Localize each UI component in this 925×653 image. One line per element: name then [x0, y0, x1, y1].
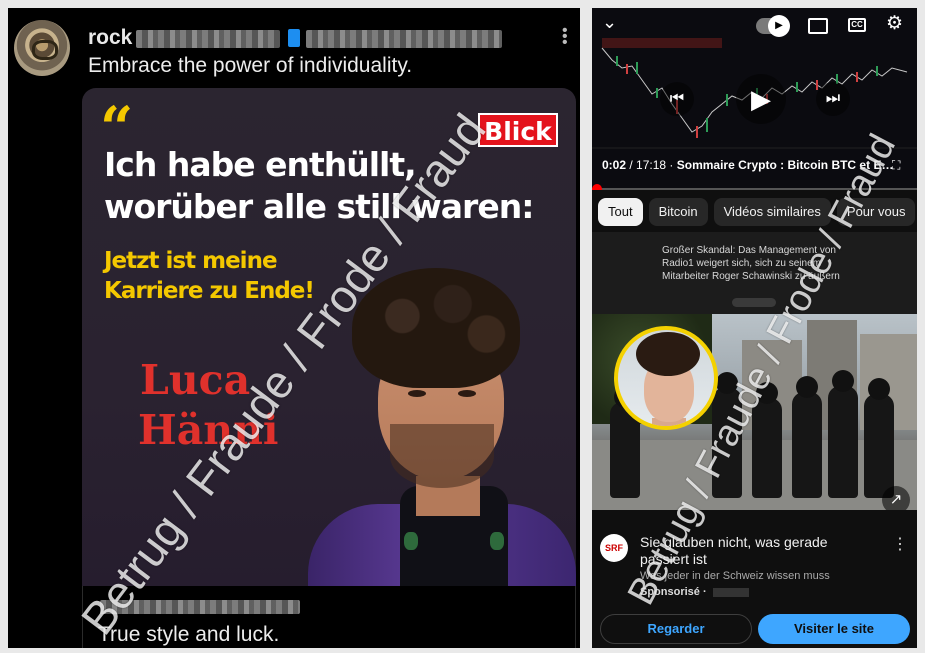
image-name-first: Luca	[140, 356, 251, 404]
chip-tout[interactable]: Tout	[598, 198, 643, 226]
subline-line-2: Karriere zu Ende!	[104, 278, 315, 304]
ad-subtitle: Was jeder in der Schweiz wissen muss	[640, 570, 830, 582]
play-icon[interactable]: ▶	[736, 74, 786, 124]
image-headline: Ich habe enthüllt, worüber alle still wa…	[104, 144, 564, 228]
external-link-icon[interactable]: ↗	[882, 486, 910, 510]
more-vert-icon[interactable]: • • •	[562, 23, 568, 51]
chip-pour-vous[interactable]: Pour vous	[836, 198, 916, 226]
ad-portrait	[614, 326, 718, 430]
chevron-down-icon[interactable]: ⌄	[602, 12, 617, 33]
image-name-last: Hänni	[138, 406, 279, 454]
captions-icon[interactable]: CC	[848, 18, 866, 32]
video-timeline: 0:02 / 17:18 · Sommaire Crypto : Bitcoin…	[602, 158, 894, 172]
subline-line-1: Jetzt ist meine	[104, 248, 278, 274]
article-pill	[732, 298, 776, 307]
watch-button[interactable]: Regarder	[600, 614, 752, 644]
ad-info: SRF Sie glauben nicht, was gerade passie…	[592, 528, 917, 648]
verified-badge-icon	[288, 29, 300, 47]
avatar[interactable]	[14, 20, 70, 76]
time-current: 0:02	[602, 158, 627, 172]
headline-line-2: worüber alle still waren:	[104, 187, 534, 226]
blurred-advertiser	[712, 587, 749, 597]
blurred-handle	[306, 30, 502, 48]
ad-sponsored-label: Sponsorisé ·	[640, 586, 749, 598]
ad-title[interactable]: Sie glauben nicht, was gerade passiert i…	[640, 534, 880, 568]
visit-site-button[interactable]: Visiter le site	[758, 614, 910, 644]
cast-icon[interactable]	[808, 18, 828, 34]
filter-chips: Tout Bitcoin Vidéos similaires Pour vous	[598, 198, 917, 228]
blurred-footer-link	[100, 600, 300, 614]
sponsored-text: Sponsorisé ·	[640, 586, 707, 598]
post-caption: Embrace the power of individuality.	[88, 54, 413, 77]
next-icon[interactable]: ⏭	[816, 82, 850, 116]
brand-logo: Blick	[478, 113, 558, 147]
post-handle[interactable]: rock	[88, 26, 132, 50]
article-text: Großer Skandal: Das Management von Radio…	[662, 245, 840, 282]
fullscreen-icon[interactable]: ⛶	[892, 158, 900, 173]
video-player[interactable]: ⌄ CC ⚙ ⏮ ▶ ⏭ 0:02 / 17:18 · Sommaire Cry…	[592, 8, 917, 190]
youtube-screen: ⌄ CC ⚙ ⏮ ▶ ⏭ 0:02 / 17:18 · Sommaire Cry…	[592, 8, 917, 648]
settings-gear-icon[interactable]: ⚙	[886, 12, 903, 35]
person-photo	[308, 254, 576, 586]
chip-bitcoin[interactable]: Bitcoin	[648, 198, 708, 226]
chip-videos-similaires[interactable]: Vidéos similaires	[713, 198, 831, 226]
post-footer-text: True style and luck.	[98, 623, 280, 646]
blurred-username	[136, 30, 280, 48]
post-image[interactable]: “ Blick Ich habe enthüllt, worüber alle …	[82, 88, 576, 586]
autoplay-toggle-icon[interactable]	[756, 15, 790, 37]
social-post: rock • • • Embrace the power of individual…	[8, 8, 580, 648]
progress-knob[interactable]	[592, 184, 602, 190]
article-preview[interactable]: Großer Skandal: Das Management von Radio…	[592, 232, 917, 314]
previous-icon[interactable]: ⏮	[660, 82, 694, 116]
more-vert-icon[interactable]: ⋮	[892, 534, 908, 554]
time-total: / 17:18	[629, 158, 667, 172]
video-title: Sommaire Crypto : Bitcoin BTC et E…	[676, 158, 894, 172]
progress-bar[interactable]	[592, 184, 917, 190]
headline-line-1: Ich habe enthüllt,	[104, 145, 417, 184]
image-subline: Jetzt ist meine Karriere zu Ende!	[104, 246, 315, 306]
channel-logo[interactable]: SRF	[600, 534, 628, 562]
ad-image[interactable]: ↗	[592, 314, 917, 510]
